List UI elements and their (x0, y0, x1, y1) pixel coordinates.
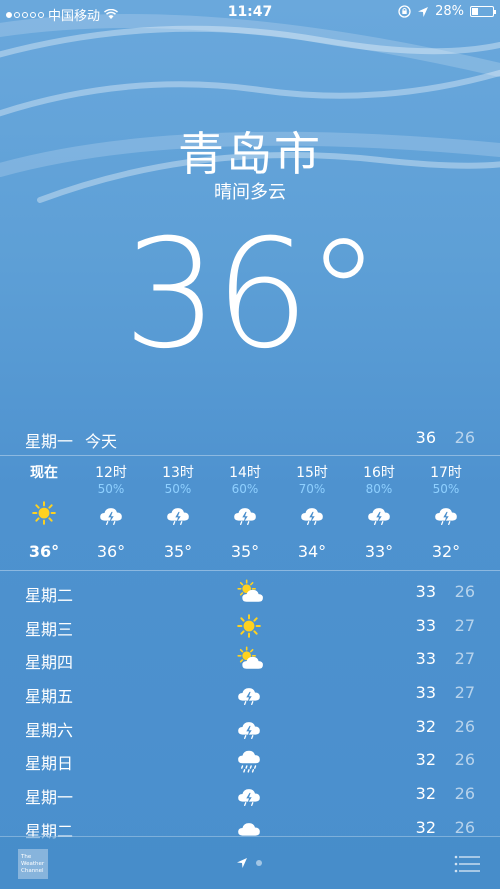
sun-icon (16, 496, 72, 530)
thunderstorm-icon (236, 680, 266, 706)
day-low: 27 (454, 683, 475, 703)
partly-cloudy-icon (236, 579, 266, 605)
battery-percent: 28% (435, 4, 464, 19)
day-name: 星期四 (25, 653, 74, 673)
status-bar: 中国移动 11:47 28% (0, 0, 500, 26)
thunderstorm-icon (217, 496, 273, 530)
day-low: 26 (454, 582, 475, 601)
hour-temp: 34° (297, 542, 327, 561)
day-high: 33 (415, 582, 436, 601)
page-dot (256, 860, 262, 866)
day-high: 33 (415, 649, 436, 669)
precip-chance: 50% (97, 482, 125, 496)
precip-chance: 50% (432, 482, 460, 496)
current-location-icon (237, 858, 247, 868)
day-high: 33 (415, 615, 436, 635)
hour-label: 12时 (95, 465, 127, 481)
hourly-item: 13时 50% 35° (150, 462, 206, 561)
precip-chance: 80% (365, 482, 393, 496)
thunderstorm-icon (236, 714, 266, 740)
today-summary: 星期一 今天 36 26 (0, 422, 500, 454)
daily-row: 星期一 32 26 (0, 778, 500, 812)
hour-temp: 35° (230, 542, 260, 561)
partly-cloudy-icon (236, 646, 266, 672)
day-high: 32 (415, 817, 436, 837)
weather-channel-logo[interactable]: The Weather Channel (18, 849, 48, 879)
hourly-item: 现在 36° (16, 462, 72, 561)
hourly-item: 16时 80% 33° (351, 462, 407, 561)
today-high: 36 (415, 428, 436, 447)
daily-row: 星期三 33 27 (0, 610, 500, 644)
thunderstorm-icon (418, 496, 474, 530)
thunderstorm-icon (83, 496, 139, 530)
hour-temp: 36° (28, 542, 60, 561)
hour-label: 14时 (229, 465, 261, 481)
daily-row: 星期日 32 26 (0, 744, 500, 778)
svg-text:Weather: Weather (21, 861, 45, 867)
daily-row: 星期五 33 27 (0, 677, 500, 711)
day-high: 32 (415, 716, 436, 736)
hour-temp: 33° (364, 542, 394, 561)
hour-label: 现在 (30, 465, 58, 481)
page-indicator[interactable] (236, 857, 262, 869)
daily-row: 星期二 33 26 (0, 576, 500, 610)
day-name: 星期六 (25, 720, 74, 740)
divider (0, 455, 500, 456)
hourly-item: 15时 70% 34° (284, 462, 340, 561)
day-name: 星期一 (25, 788, 74, 808)
hourly-forecast[interactable]: 现在 36° 12时 50% 36° 13时 50% 35° 14时 60% 35° 15时 70% 34… (0, 462, 500, 562)
today-day: 星期一 (25, 432, 74, 451)
day-name: 星期五 (25, 687, 74, 707)
hour-label: 15时 (296, 465, 328, 481)
daily-row: 星期六 32 26 (0, 711, 500, 745)
city-list-button[interactable] (454, 855, 480, 873)
rotation-lock-icon (398, 5, 411, 18)
precip-chance: 50% (164, 482, 192, 496)
precip-chance (16, 482, 72, 496)
daily-forecast[interactable]: 星期二 33 26 星期三 33 27 星期四 33 27 星期五 33 27 星期六 32 26 星期日 32… (0, 576, 500, 846)
bottom-toolbar: The Weather Channel (0, 836, 500, 889)
thunderstorm-icon (150, 496, 206, 530)
sun-icon (236, 613, 266, 639)
rain-icon (236, 747, 266, 774)
day-name: 星期二 (25, 586, 74, 605)
hourly-item: 17时 50% 32° (418, 462, 474, 561)
thunderstorm-icon (236, 781, 266, 807)
battery-icon (470, 6, 496, 17)
hour-temp: 36° (96, 542, 126, 561)
hour-label: 13时 (162, 465, 194, 481)
day-low: 27 (454, 615, 475, 635)
hour-temp: 35° (163, 542, 193, 561)
thunderstorm-icon (351, 496, 407, 530)
hourly-item: 14时 60% 35° (217, 462, 273, 561)
day-high: 32 (415, 784, 436, 804)
city-name: 青岛市 (178, 127, 322, 181)
day-name: 星期日 (25, 754, 74, 774)
weather-condition: 晴间多云 (214, 182, 286, 203)
day-high: 32 (415, 750, 436, 770)
hour-label: 17时 (430, 465, 462, 481)
day-low: 27 (454, 649, 475, 669)
day-low: 26 (454, 784, 475, 804)
today-label: 今天 (85, 432, 118, 451)
thunderstorm-icon (284, 496, 340, 530)
day-low: 26 (454, 716, 475, 736)
hour-temp: 32° (431, 542, 461, 561)
hourly-item: 12时 50% 36° (83, 462, 139, 561)
location-arrow-icon (418, 6, 429, 17)
svg-text:Channel: Channel (21, 868, 44, 874)
divider (0, 570, 500, 571)
day-low: 26 (454, 817, 475, 837)
day-low: 26 (454, 750, 475, 770)
current-temperature: 36° (123, 208, 381, 382)
daily-row: 星期四 33 27 (0, 643, 500, 677)
svg-text:The: The (20, 854, 32, 860)
precip-chance: 60% (231, 482, 259, 496)
hour-label: 16时 (363, 465, 395, 481)
day-high: 33 (415, 683, 436, 703)
precip-chance: 70% (298, 482, 326, 496)
day-name: 星期三 (25, 619, 74, 639)
today-low: 26 (454, 428, 475, 447)
